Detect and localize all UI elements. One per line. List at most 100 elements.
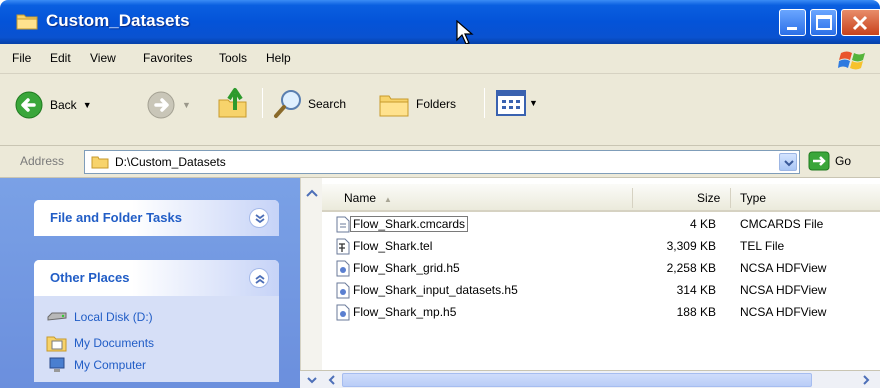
back-dropdown-icon[interactable]: ▼ <box>83 100 92 110</box>
search-button[interactable]: Search <box>272 88 346 120</box>
menu-favorites[interactable]: Favorites <box>143 51 192 65</box>
other-places-header[interactable]: Other Places <box>34 260 279 296</box>
address-label: Address <box>20 154 65 168</box>
file-folder-tasks-panel: File and Folder Tasks <box>34 200 279 236</box>
sort-ascending-icon: ▲ <box>384 195 392 204</box>
hard-drive-icon <box>47 312 67 321</box>
mouse-cursor-icon <box>456 20 474 45</box>
scroll-left-icon[interactable] <box>324 372 340 388</box>
scroll-right-icon[interactable] <box>858 372 874 388</box>
file-row[interactable]: Flow_Shark.tel 3,309 KB TEL File <box>322 236 880 258</box>
task-pane-scrollbar[interactable] <box>300 178 322 388</box>
up-folder-icon <box>218 88 247 118</box>
cmcards-file-icon <box>336 216 350 233</box>
my-documents-icon <box>46 336 67 352</box>
menu-edit[interactable]: Edit <box>50 51 71 65</box>
column-name[interactable]: Name ▲ <box>344 191 392 205</box>
views-dropdown-icon[interactable]: ▼ <box>529 98 538 108</box>
close-icon <box>852 15 868 31</box>
place-label: My Documents <box>74 336 155 350</box>
expand-button[interactable] <box>249 208 269 228</box>
file-folder-tasks-header[interactable]: File and Folder Tasks <box>34 200 279 236</box>
other-places-list: Local Disk (D:) My Documents My Computer <box>34 296 279 382</box>
column-type[interactable]: Type <box>740 191 766 205</box>
place-label: Local Disk (D:) <box>74 310 153 324</box>
title-bar[interactable]: Custom_Datasets <box>0 0 880 45</box>
maximize-button[interactable] <box>810 9 837 36</box>
address-input[interactable]: D:\Custom_Datasets <box>84 150 800 174</box>
file-row[interactable]: Flow_Shark_mp.h5 188 KB NCSA HDFView <box>322 302 880 324</box>
forward-arrow-icon <box>147 91 175 119</box>
go-label: Go <box>835 154 852 168</box>
menu-bar: File Edit View Favorites Tools Help <box>0 44 880 74</box>
my-computer-icon <box>49 357 65 372</box>
maximize-icon <box>816 15 832 30</box>
file-size: 314 KB <box>676 283 716 297</box>
horizontal-scrollbar[interactable] <box>300 370 880 388</box>
minimize-button[interactable] <box>779 9 806 36</box>
toolbar-separator <box>484 88 485 118</box>
file-name: Flow_Shark.tel <box>353 239 433 253</box>
column-header-row: Name ▲ Size Type <box>322 184 880 212</box>
address-dropdown-button[interactable] <box>779 153 797 171</box>
file-row[interactable]: Flow_Shark.cmcards 4 KB CMCARDS File <box>322 214 880 236</box>
close-button[interactable] <box>841 9 880 36</box>
address-value: D:\Custom_Datasets <box>115 155 226 169</box>
place-my-documents[interactable]: My Documents <box>46 330 267 356</box>
file-name: Flow_Shark_mp.h5 <box>353 305 457 319</box>
file-type: NCSA HDFView <box>740 283 827 297</box>
file-row[interactable]: Flow_Shark_input_datasets.h5 314 KB NCSA… <box>322 280 880 302</box>
menu-view[interactable]: View <box>90 51 116 65</box>
other-places-title: Other Places <box>50 270 130 285</box>
hdf-file-icon <box>336 304 350 321</box>
column-size[interactable]: Size <box>697 191 720 205</box>
folder-icon <box>16 14 38 30</box>
file-type: CMCARDS File <box>740 217 824 231</box>
go-arrow-icon <box>808 151 830 171</box>
menu-help[interactable]: Help <box>266 51 291 65</box>
file-size: 3,309 KB <box>666 239 716 253</box>
window-title: Custom_Datasets <box>46 11 190 30</box>
scrollbar-thumb[interactable] <box>342 373 812 387</box>
folders-button[interactable]: Folders <box>378 90 456 118</box>
file-name: Flow_Shark.cmcards <box>349 216 469 232</box>
menu-file[interactable]: File <box>12 51 31 65</box>
file-row[interactable]: Flow_Shark_grid.h5 2,258 KB NCSA HDFView <box>322 258 880 280</box>
search-label: Search <box>308 97 347 111</box>
hdf-file-icon <box>336 282 350 299</box>
menu-tools[interactable]: Tools <box>219 51 247 65</box>
minimize-icon <box>787 27 797 30</box>
file-type: NCSA HDFView <box>740 261 827 275</box>
views-button[interactable]: ▼ <box>496 90 538 116</box>
task-pane: File and Folder Tasks Other Places Local… <box>0 178 300 388</box>
back-button[interactable]: Back ▼ <box>14 90 92 120</box>
file-folder-tasks-title: File and Folder Tasks <box>50 210 182 225</box>
place-my-computer[interactable]: My Computer <box>46 356 267 374</box>
toolbar-separator <box>262 88 263 118</box>
views-icon <box>496 90 526 116</box>
chevron-down-icon <box>784 160 794 167</box>
search-icon <box>274 90 301 118</box>
forward-button[interactable]: ▼ <box>146 90 191 120</box>
address-bar: Address D:\Custom_Datasets Go <box>0 146 880 178</box>
file-type: NCSA HDFView <box>740 305 827 319</box>
windows-logo-icon <box>838 51 865 70</box>
scroll-up-icon[interactable] <box>301 184 323 204</box>
column-divider[interactable] <box>730 188 731 208</box>
file-list: Name ▲ Size Type Flow_Shark.cmcards 4 KB … <box>322 178 880 370</box>
other-places-panel: Other Places Local Disk (D:) My Document… <box>34 260 279 382</box>
file-size: 4 KB <box>689 217 716 231</box>
column-divider[interactable] <box>632 188 633 208</box>
collapse-button[interactable] <box>249 268 269 288</box>
file-name: Flow_Shark_input_datasets.h5 <box>353 283 518 297</box>
hdf-file-icon <box>336 260 350 277</box>
chevron-down-icon[interactable] <box>304 372 320 388</box>
place-label: My Computer <box>74 358 147 372</box>
forward-dropdown-icon[interactable]: ▼ <box>182 100 191 110</box>
file-name: Flow_Shark_grid.h5 <box>353 261 460 275</box>
toolbar: Back ▼ ▼ Search Folders ▼ <box>0 74 880 146</box>
file-type: TEL File <box>740 239 785 253</box>
go-button[interactable]: Go <box>808 151 851 171</box>
up-folder-button[interactable] <box>216 86 250 120</box>
place-local-disk[interactable]: Local Disk (D:) <box>46 304 267 330</box>
